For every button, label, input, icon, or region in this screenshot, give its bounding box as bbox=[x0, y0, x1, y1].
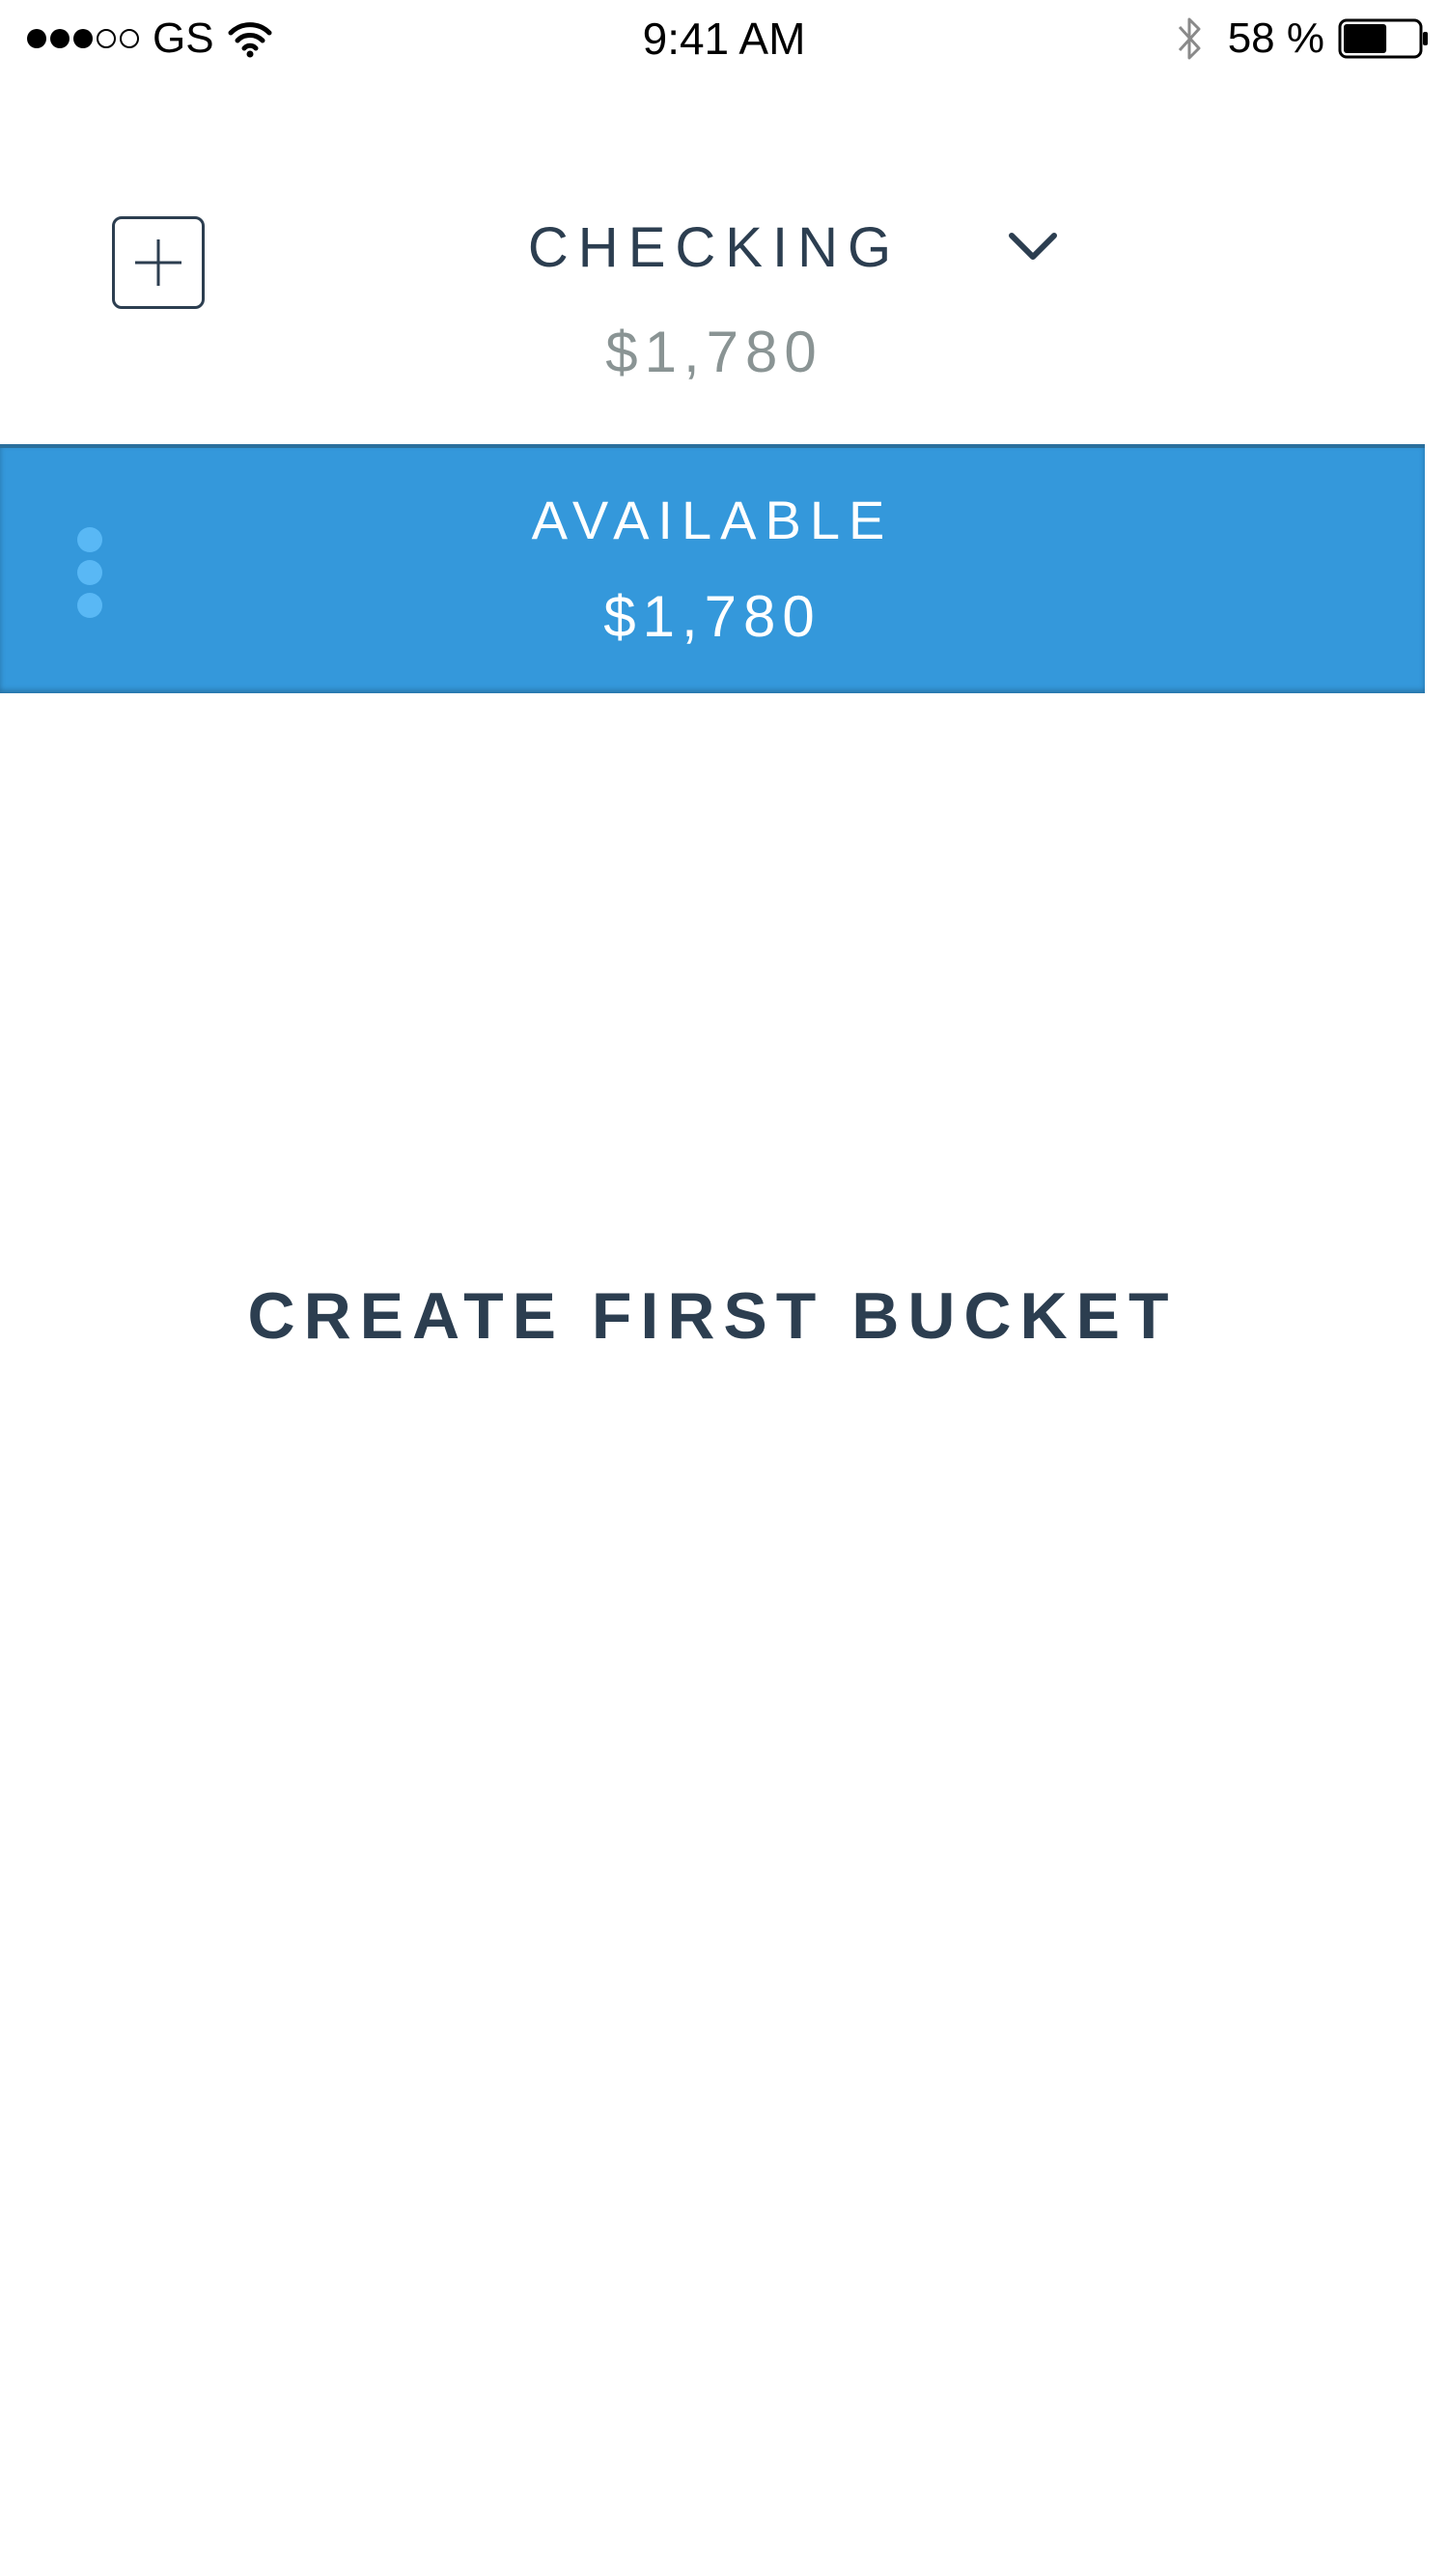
account-balance: $1,780 bbox=[605, 320, 823, 384]
available-amount: $1,780 bbox=[603, 584, 821, 649]
available-balance-bar: AVAILABLE $1,780 bbox=[0, 444, 1425, 693]
account-name[interactable]: CHECKING bbox=[0, 214, 1429, 282]
available-label: AVAILABLE bbox=[531, 490, 894, 550]
battery-icon bbox=[1338, 18, 1428, 59]
status-bar: GS 9:41 AM 58 % bbox=[0, 0, 1448, 77]
status-right: 58 % bbox=[1172, 10, 1429, 68]
chevron-down-icon[interactable] bbox=[1004, 228, 1062, 266]
bluetooth-icon bbox=[1178, 17, 1201, 60]
create-first-bucket-button[interactable]: CREATE FIRST BUCKET bbox=[0, 1274, 1425, 1358]
battery-percent: 58 % bbox=[1227, 14, 1324, 62]
